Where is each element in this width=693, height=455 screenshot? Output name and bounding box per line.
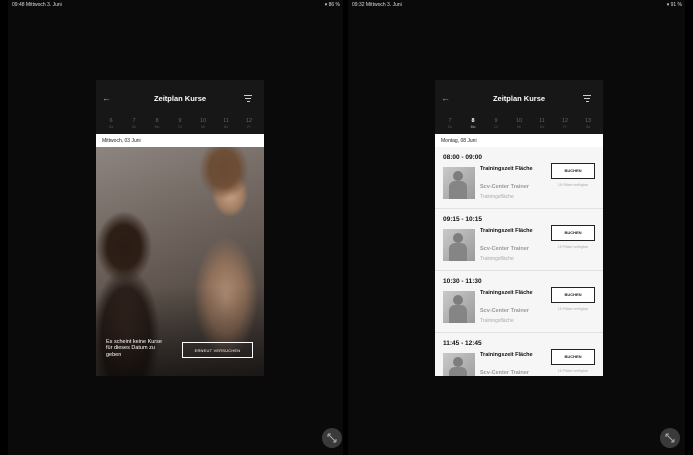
app-window-right: ← Zeitplan Kurse 7 So 8 Mo 9 Di 10 Mi 11 Do 12 Fr 13… <box>435 80 603 376</box>
day-tab-11[interactable]: 11 Do <box>533 118 551 134</box>
day-name: Mo <box>470 125 476 129</box>
page-title: Zeitplan Kurse <box>153 94 207 103</box>
course-list: 08:00 - 09:00 Trainingszeit Fläche Scv-Cen… <box>435 147 603 376</box>
selected-date: Mittwoch, 03 Juni <box>96 134 264 147</box>
day-name: Fr <box>247 125 251 129</box>
day-name: Di <box>178 125 182 129</box>
filter-icon[interactable] <box>244 95 252 104</box>
day-tab-8[interactable]: 8 Mo <box>148 118 166 134</box>
book-button[interactable]: BUCHEN <box>551 349 595 365</box>
status-battery: ▾ 91 % <box>666 2 682 8</box>
course-area: Trainingsfläche <box>480 256 514 262</box>
course-name: Trainingszeit Fläche <box>480 228 533 234</box>
expand-button[interactable] <box>660 428 680 448</box>
available-spots: 15 Plätze verfügbar <box>557 183 589 187</box>
day-number: 11 <box>539 118 545 124</box>
page-title: Zeitplan Kurse <box>492 94 546 103</box>
status-battery: ▾ 86 % <box>324 2 340 8</box>
slot-time: 10:30 - 11:30 <box>443 278 482 285</box>
book-button[interactable]: BUCHEN <box>551 225 595 241</box>
day-number: 9 <box>494 118 498 124</box>
filter-icon[interactable] <box>583 95 591 104</box>
day-number: 12 <box>245 118 253 124</box>
available-spots: 15 Plätze verfügbar <box>557 245 589 249</box>
day-tab-12[interactable]: 12 Fr <box>240 118 258 134</box>
book-button[interactable]: BUCHEN <box>551 163 595 179</box>
slot-time: 11:45 - 12:45 <box>443 340 482 347</box>
list-item[interactable]: 09:15 - 10:15 Trainingszeit Fläche Scv-Cen… <box>435 209 603 271</box>
day-tab-12[interactable]: 12 Fr <box>556 118 574 134</box>
expand-arrows-icon <box>665 433 675 443</box>
list-item[interactable]: 10:30 - 11:30 Trainingszeit Fläche Scv-Cen… <box>435 271 603 333</box>
day-name: Do <box>539 125 545 129</box>
day-name: Mo <box>154 125 160 129</box>
status-bar: 09:48 Mittwoch 3. Juni ▾ 86 % <box>8 0 343 10</box>
list-item[interactable]: 11:45 - 12:45 Trainingszeit Fläche Scv-Cen… <box>435 333 603 376</box>
day-number: 7 <box>132 118 136 124</box>
day-name: Fr <box>563 125 567 129</box>
course-name: Trainingszeit Fläche <box>480 290 533 296</box>
day-number: 10 <box>515 118 523 124</box>
day-name: Mi <box>201 125 205 129</box>
trainer-name: Scv-Center Trainer <box>480 246 529 252</box>
course-thumbnail <box>443 291 475 323</box>
course-area: Trainingsfläche <box>480 194 514 200</box>
day-tab-13[interactable]: 13 Sa <box>579 118 597 134</box>
day-name: Do <box>223 125 229 129</box>
status-bar: 09:32 Mittwoch 3. Juni ▾ 91 % <box>348 0 685 10</box>
status-time-date: 09:48 Mittwoch 3. Juni <box>12 2 62 8</box>
day-name: Di <box>494 125 498 129</box>
trainer-name: Scv-Center Trainer <box>480 184 529 190</box>
available-spots: 15 Plätze verfügbar <box>557 369 589 373</box>
day-tab-10[interactable]: 10 Mi <box>194 118 212 134</box>
day-tab-9[interactable]: 9 Di <box>487 118 505 134</box>
app-header: ← Zeitplan Kurse <box>435 80 603 118</box>
slot-time: 09:15 - 10:15 <box>443 216 483 223</box>
day-tab-7[interactable]: 7 So <box>441 118 459 134</box>
day-tab-10[interactable]: 10 Mi <box>510 118 528 134</box>
day-name: So <box>131 125 137 129</box>
day-number: 9 <box>178 118 182 124</box>
course-thumbnail <box>443 229 475 261</box>
app-window-left: ← Zeitplan Kurse 6 Sa 7 So 8 Mo 9 Di 10 Mi 11 Do 12 F… <box>96 80 264 376</box>
day-number: 6 <box>109 118 113 124</box>
day-number: 11 <box>223 118 229 124</box>
slot-time: 08:00 - 09:00 <box>443 154 483 161</box>
day-number: 8 <box>471 118 475 124</box>
day-name: So <box>447 125 453 129</box>
day-name: Sa <box>108 125 114 129</box>
trainer-name: Scv-Center Trainer <box>480 308 529 314</box>
selected-date: Montag, 08 Juni <box>435 134 603 147</box>
day-picker: 6 Sa 7 So 8 Mo 9 Di 10 Mi 11 Do 12 Fr <box>96 118 264 134</box>
day-number: 8 <box>155 118 159 124</box>
app-header: ← Zeitplan Kurse <box>96 80 264 118</box>
course-name: Trainingszeit Fläche <box>480 166 533 172</box>
day-tab-6[interactable]: 6 Sa <box>102 118 120 134</box>
empty-state-hero-image: Es scheint keine Kurse für dieses Datum … <box>96 147 264 376</box>
day-number: 12 <box>561 118 569 124</box>
available-spots: 15 Plätze verfügbar <box>557 307 589 311</box>
day-number: 10 <box>199 118 207 124</box>
day-picker: 7 So 8 Mo 9 Di 10 Mi 11 Do 12 Fr 13 Sa <box>435 118 603 134</box>
list-item[interactable]: 08:00 - 09:00 Trainingszeit Fläche Scv-Cen… <box>435 147 603 209</box>
expand-arrows-icon <box>327 433 337 443</box>
course-area: Trainingsfläche <box>480 318 514 324</box>
day-number: 13 <box>584 118 592 124</box>
empty-message: Es scheint keine Kurse für dieses Datum … <box>106 338 162 358</box>
day-tab-8[interactable]: 8 Mo <box>464 118 482 134</box>
day-name: Sa <box>585 125 591 129</box>
trainer-name: Scv-Center Trainer <box>480 370 529 376</box>
course-thumbnail <box>443 353 475 376</box>
day-tab-7[interactable]: 7 So <box>125 118 143 134</box>
day-tab-11[interactable]: 11 Do <box>217 118 235 134</box>
status-time-date: 09:32 Mittwoch 3. Juni <box>352 2 402 8</box>
retry-button[interactable]: ERNEUT VERSUCHEN <box>182 342 253 358</box>
course-thumbnail <box>443 167 475 199</box>
book-button[interactable]: BUCHEN <box>551 287 595 303</box>
day-number: 7 <box>448 118 452 124</box>
day-tab-9[interactable]: 9 Di <box>171 118 189 134</box>
day-name: Mi <box>517 125 521 129</box>
course-name: Trainingszeit Fläche <box>480 352 533 358</box>
expand-button[interactable] <box>322 428 342 448</box>
